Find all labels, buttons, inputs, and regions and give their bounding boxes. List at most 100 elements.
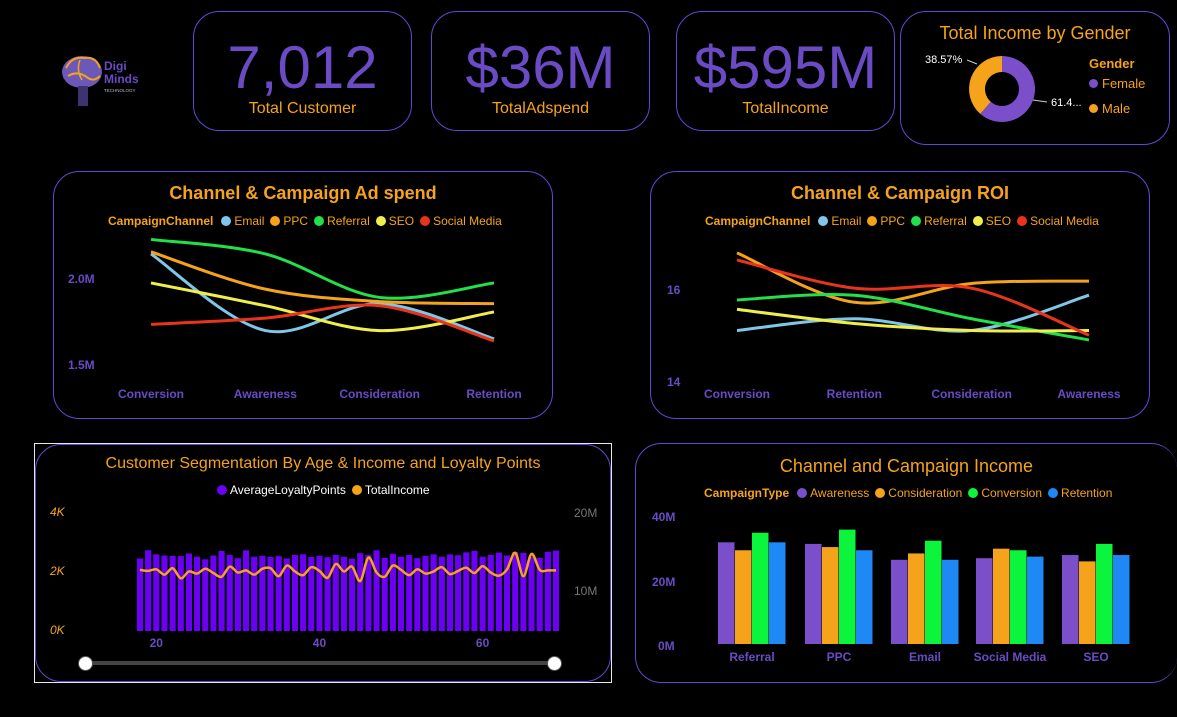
bar-referral-awareness[interactable] [718,542,735,644]
kpi-total-adspend: $36M TotalAdspend [431,11,650,131]
legend-item-female[interactable]: Female [1089,76,1145,91]
bar-referral-retention[interactable] [769,542,786,644]
loyalty-bar[interactable] [153,554,160,631]
bar-ppc-consideration[interactable] [822,547,839,644]
loyalty-bar[interactable] [463,552,470,631]
bar-referral-conversion[interactable] [752,532,769,644]
loyalty-bar[interactable] [275,556,282,631]
bar-seo-awareness[interactable] [1062,555,1079,644]
loyalty-bar[interactable] [544,551,551,631]
x-tick-ppc: PPC [827,650,852,664]
loyalty-bar[interactable] [251,556,258,631]
x-tick-email: Email [909,650,941,664]
loyalty-bar[interactable] [210,555,217,631]
age-range-slider-end-handle[interactable] [547,656,562,671]
x-tick-retention: Retention [827,387,882,401]
loyalty-bar[interactable] [242,550,250,631]
legend-swatch [1089,104,1098,113]
bar-email-conversion[interactable] [925,540,942,644]
loyalty-bar[interactable] [300,554,307,631]
segmentation-selection-frame[interactable]: Customer Segmentation By Age & Income an… [34,443,612,683]
bar-email-retention[interactable] [942,559,959,644]
donut-slice-male[interactable] [969,56,1002,114]
bar-seo-consideration[interactable] [1079,561,1096,644]
adspend-line-chart[interactable]: Conversion Awareness Consideration Retentio… [54,172,554,420]
loyalty-bar[interactable] [422,555,429,631]
x-tick-seo: SEO [1083,650,1108,664]
kpi-label: Total Customer [248,100,357,117]
x-tick-conversion: Conversion [118,387,184,401]
company-logo: Digi Minds TECHNOLOGY [58,50,158,110]
loyalty-bar[interactable] [512,552,519,631]
loyalty-bar[interactable] [381,557,388,631]
loyalty-bar[interactable] [357,553,364,631]
donut-leader-line [1032,99,1048,103]
loyalty-bar[interactable] [471,550,478,631]
roi-card: Channel & Campaign ROI CampaignChannel E… [650,171,1150,419]
x-tick-retention: Retention [466,387,521,401]
loyalty-bar[interactable] [373,550,380,631]
bar-seo-conversion[interactable] [1096,543,1113,644]
kpi-value: $595M [693,34,878,101]
series-line-social-media[interactable] [150,303,495,343]
loyalty-bar[interactable] [520,552,527,631]
kpi-label: TotalAdspend [492,100,589,117]
series-line-email[interactable] [736,293,1090,333]
bar-social-media-awareness[interactable] [976,558,993,644]
x-tick-referral: Referral [729,650,774,664]
loyalty-bar[interactable] [161,555,168,631]
bar-social-media-retention[interactable] [1027,556,1044,644]
loyalty-bar[interactable] [177,556,184,631]
loyalty-bar[interactable] [455,555,462,631]
loyalty-bar[interactable] [316,555,323,631]
bar-social-media-conversion[interactable] [1010,550,1027,644]
segmentation-combo-chart[interactable]: 20 40 60 [36,445,612,683]
loyalty-bar[interactable] [528,556,535,631]
loyalty-bar[interactable] [218,550,225,631]
logo-line1: Digi [104,59,127,73]
bar-email-awareness[interactable] [891,559,908,644]
x-tick-40: 40 [313,636,327,650]
bar-ppc-retention[interactable] [856,550,873,644]
legend-swatch [1089,79,1098,88]
loyalty-bar[interactable] [487,554,494,631]
loyalty-bar[interactable] [145,550,152,631]
x-tick-awareness: Awareness [234,387,297,401]
donut-label-female: 61.4... [1051,97,1082,109]
income-bar-chart[interactable]: Referral PPC Email Social Media SEO [636,444,1177,684]
donut-leader-line [966,59,978,65]
logo-line2: Minds [104,72,139,86]
kpi-total-customer: 7,012 Total Customer [193,11,412,131]
loyalty-bar[interactable] [324,557,331,631]
age-range-slider-start-handle[interactable] [78,656,93,671]
gender-income-card: Total Income by Gender 38.57% 61.4... Gen… [900,11,1170,145]
bar-ppc-awareness[interactable] [805,543,822,644]
x-tick-consideration: Consideration [931,387,1012,401]
kpi-value: $36M [465,34,616,101]
legend-label: Female [1102,76,1146,91]
age-range-slider-track[interactable] [85,661,555,665]
loyalty-bar[interactable] [495,552,502,631]
loyalty-bar[interactable] [194,556,201,631]
x-tick-social-media: Social Media [974,650,1047,664]
bar-email-consideration[interactable] [908,553,925,644]
legend-label: Male [1102,101,1131,116]
loyalty-bar[interactable] [291,554,299,631]
donut-label-male: 38.57% [925,54,963,66]
roi-line-chart[interactable]: Conversion Retention Consideration Awarenes… [651,172,1151,420]
loyalty-bar[interactable] [406,554,413,631]
segmentation-card: Customer Segmentation By Age & Income an… [35,444,611,682]
bar-referral-consideration[interactable] [735,550,752,644]
bar-social-media-consideration[interactable] [993,548,1010,644]
bar-ppc-conversion[interactable] [839,529,856,644]
loyalty-bar[interactable] [430,554,437,631]
loyalty-bar[interactable] [185,553,192,631]
loyalty-bar[interactable] [446,554,454,631]
kpi-value: 7,012 [227,34,378,101]
x-tick-20: 20 [150,636,164,650]
x-tick-consideration: Consideration [339,387,420,401]
loyalty-bar[interactable] [552,550,560,631]
bar-seo-retention[interactable] [1113,555,1130,644]
loyalty-bar[interactable] [234,558,241,631]
legend-item-male[interactable]: Male [1089,101,1130,116]
